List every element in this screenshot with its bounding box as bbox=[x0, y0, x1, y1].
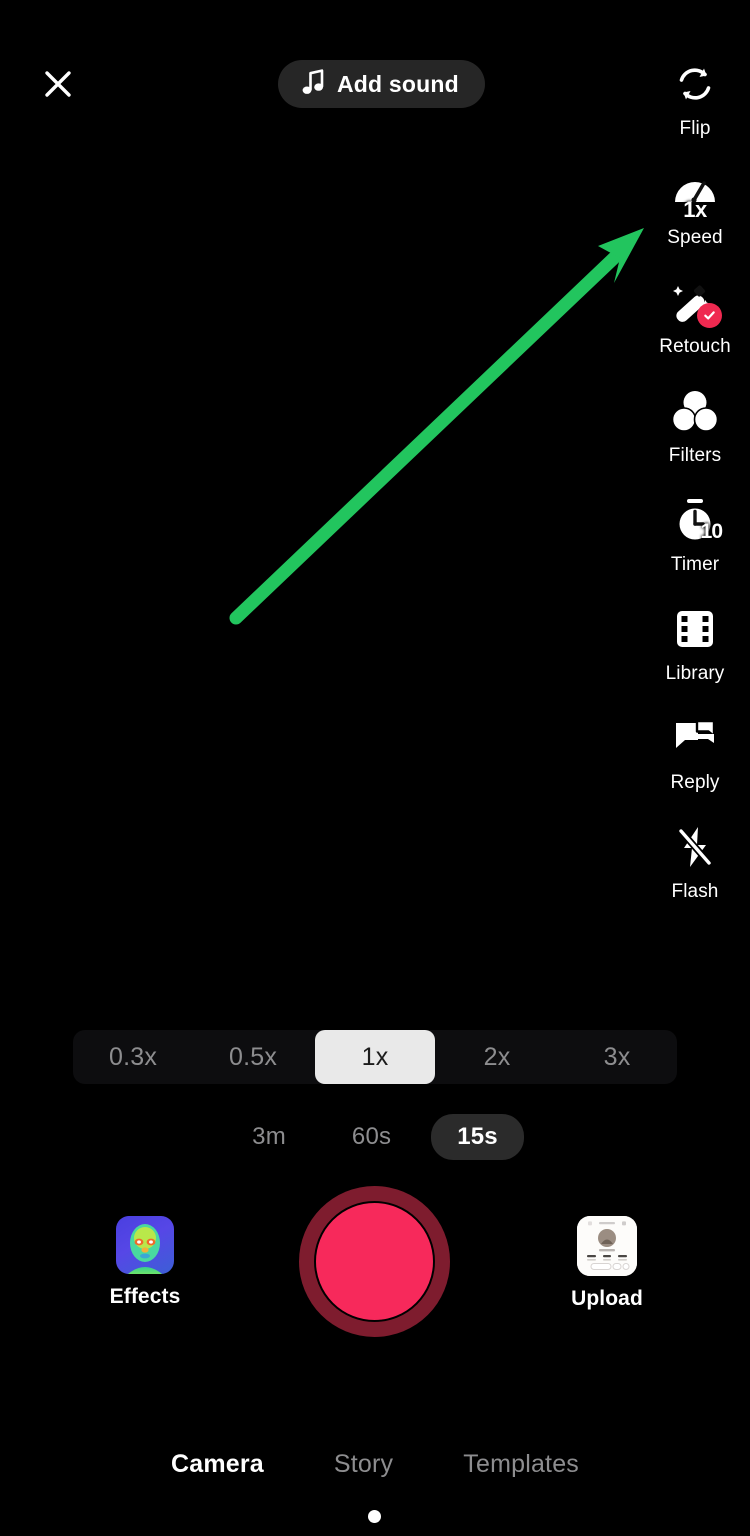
stopwatch-icon: 10 bbox=[669, 494, 723, 546]
record-button-inner bbox=[314, 1201, 435, 1322]
tab-camera[interactable]: Camera bbox=[171, 1450, 264, 1479]
flip-camera-icon bbox=[669, 58, 721, 110]
rail-label-flip: Flip bbox=[679, 118, 711, 139]
speed-option-3x[interactable]: 3x bbox=[557, 1030, 677, 1084]
bottom-tabs: Camera Story Templates bbox=[0, 1450, 750, 1479]
speed-option-1x[interactable]: 1x bbox=[315, 1030, 435, 1084]
rail-label-retouch: Retouch bbox=[659, 336, 731, 357]
add-sound-label: Add sound bbox=[337, 70, 459, 97]
speech-bubbles-icon bbox=[669, 712, 721, 764]
three-circles-icon bbox=[669, 385, 721, 437]
rail-label-flash: Flash bbox=[671, 881, 719, 902]
home-indicator bbox=[368, 1510, 381, 1523]
speed-value-label: 1x bbox=[683, 197, 707, 222]
rail-item-flash[interactable]: Flash bbox=[640, 819, 750, 928]
film-strip-icon bbox=[669, 603, 721, 655]
upload-gallery-thumbnail bbox=[577, 1216, 637, 1276]
speedometer-icon: 1x bbox=[669, 167, 721, 222]
upload-button[interactable]: Upload bbox=[552, 1216, 662, 1311]
retouch-check-badge bbox=[697, 303, 722, 328]
rail-item-timer[interactable]: 10 Timer bbox=[640, 492, 750, 601]
music-note-icon bbox=[300, 68, 326, 101]
rail-item-speed[interactable]: 1x Speed bbox=[640, 165, 750, 274]
effects-button[interactable]: Effects bbox=[95, 1216, 195, 1309]
rail-label-timer: Timer bbox=[670, 554, 720, 575]
rail-item-flip[interactable]: Flip bbox=[640, 56, 750, 165]
rail-item-library[interactable]: Library bbox=[640, 601, 750, 710]
rail-label-speed: Speed bbox=[667, 227, 723, 248]
close-x-icon bbox=[40, 66, 76, 107]
magic-wand-icon bbox=[669, 276, 722, 328]
record-button[interactable] bbox=[299, 1186, 450, 1337]
rail-item-filters[interactable]: Filters bbox=[640, 383, 750, 492]
rail-label-library: Library bbox=[665, 663, 725, 684]
tab-story[interactable]: Story bbox=[334, 1450, 393, 1479]
duration-option-15s[interactable]: 15s bbox=[431, 1114, 524, 1160]
tiktok-camera-screen: Add sound Flip 1x Speed Retouch Filters … bbox=[0, 0, 750, 1536]
rail-item-reply[interactable]: Reply bbox=[640, 710, 750, 819]
timer-value-label: 10 bbox=[700, 520, 723, 543]
add-sound-button[interactable]: Add sound bbox=[278, 60, 485, 108]
capture-row: Effects Upload bbox=[0, 1186, 750, 1337]
effects-label: Effects bbox=[109, 1285, 181, 1308]
speed-option-0.3x[interactable]: 0.3x bbox=[73, 1030, 193, 1084]
effects-face-thumbnail bbox=[116, 1216, 174, 1274]
duration-option-60s[interactable]: 60s bbox=[326, 1114, 417, 1160]
speed-selector[interactable]: 0.3x 0.5x 1x 2x 3x bbox=[73, 1030, 677, 1084]
close-button[interactable] bbox=[34, 62, 82, 110]
side-rail: Flip 1x Speed Retouch Filters 10 Timer L… bbox=[640, 56, 750, 928]
duration-option-3m[interactable]: 3m bbox=[226, 1114, 312, 1160]
tab-templates[interactable]: Templates bbox=[463, 1450, 579, 1479]
flash-off-icon bbox=[669, 821, 721, 873]
duration-selector[interactable]: 3m 60s 15s bbox=[0, 1114, 750, 1160]
speed-option-2x[interactable]: 2x bbox=[437, 1030, 557, 1084]
upload-label: Upload bbox=[571, 1287, 643, 1310]
rail-item-retouch[interactable]: Retouch bbox=[640, 274, 750, 383]
rail-label-filters: Filters bbox=[668, 445, 722, 466]
rail-label-reply: Reply bbox=[670, 772, 720, 793]
speed-option-0.5x[interactable]: 0.5x bbox=[193, 1030, 313, 1084]
top-bar: Add sound bbox=[0, 0, 750, 170]
